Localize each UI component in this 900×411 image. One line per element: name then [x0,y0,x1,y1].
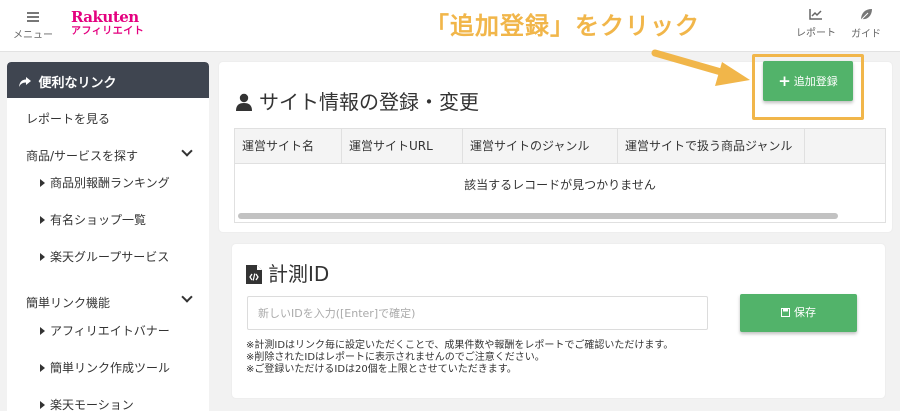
chevron-down-icon[interactable] [181,145,193,157]
sidebar-item-label: 楽天モーション [50,398,134,411]
measure-id-input[interactable] [247,296,708,330]
sidebar-item-easy-link[interactable]: 簡単リンク機能 [26,294,110,311]
guide-button[interactable]: ガイド [846,8,886,40]
sidebar-item-group-services[interactable]: 楽天グループサービス [40,248,169,265]
measure-id-title-text: 計測ID [268,262,330,286]
site-info-panel: サイト情報の登録・変更 + 追加登録 運営サイト名 運営サイトURL 運営サイトの… [219,54,892,232]
logo-line2: アフィリエイト [71,26,145,37]
table-header: 運営サイト名 運営サイトURL 運営サイトのジャンル 運営サイトで扱う商品ジャン… [235,129,885,164]
sidebar-item-label: 簡単リンク作成ツール [50,361,171,375]
menu-label: メニュー [13,30,53,41]
sidebar-heading: 便利なリンク [7,62,209,98]
horizontal-scrollbar[interactable] [238,213,838,219]
add-registration-button[interactable]: + 追加登録 [763,61,853,101]
measure-id-panel: 計測ID 保存 ※計測IDはリンク毎に設定いただくことで、成果件数や報酬をレポー… [232,244,885,398]
sidebar-item-label: アフィリエイトバナー [50,324,170,338]
site-table: 運営サイト名 運営サイトURL 運営サイトのジャンル 運営サイトで扱う商品ジャン… [234,128,886,223]
add-button-label: 追加登録 [793,75,838,88]
column-header[interactable]: 運営サイトのジャンル [463,129,618,164]
caret-right-icon [40,253,45,261]
sidebar-item-label: 有名ショップ一覧 [50,213,147,227]
user-icon [236,93,252,111]
sidebar-heading-label: 便利なリンク [38,76,117,91]
column-header[interactable]: 運営サイト名 [235,129,342,164]
sidebar-item-report[interactable]: レポートを見る [26,110,110,127]
report-button[interactable]: レポート [794,8,838,39]
sidebar: 便利なリンク レポートを見る 商品/サービスを探す 商品別報酬ランキング 有名シ… [7,62,209,411]
column-header[interactable]: 運営サイトURL [342,129,463,164]
chevron-down-icon[interactable] [181,291,193,303]
code-file-icon [246,265,262,284]
sidebar-item-label: 商品別報酬ランキング [50,176,170,190]
sidebar-item-label: 楽天グループサービス [50,250,170,264]
guide-label: ガイド [851,29,881,40]
save-button-label: 保存 [794,306,816,319]
rakuten-affiliate-logo[interactable]: Rakuten アフィリエイト [71,10,144,37]
sidebar-item-banner[interactable]: アフィリエイトバナー [40,322,170,339]
caret-right-icon [40,327,45,335]
caret-right-icon [40,179,45,187]
menu-button[interactable]: メニュー [10,10,56,41]
leaf-icon [859,9,872,21]
report-label: レポート [796,28,836,39]
note-line: ※ご登録いただけるIDは20個を上限とさせていただきます。 [246,364,517,375]
sidebar-item-motion[interactable]: 楽天モーション [40,396,134,411]
caret-right-icon [40,364,45,372]
caret-right-icon [40,216,45,224]
page-title: サイト情報の登録・変更 [235,86,479,115]
save-icon [781,308,790,317]
chart-icon [809,9,822,20]
top-header: メニュー Rakuten アフィリエイト 「追加登録」をクリック レポート ガイ… [0,0,900,52]
instruction-annotation: 「追加登録」をクリック [425,12,700,40]
caret-right-icon [40,401,45,409]
page-title-text: サイト情報の登録・変更 [259,90,479,114]
share-icon [19,77,31,87]
plus-icon: + [778,72,791,90]
add-button-highlight: + 追加登録 [752,54,864,120]
column-header[interactable]: 運営サイトで扱う商品ジャンル [618,129,805,164]
sidebar-item-link-tool[interactable]: 簡単リンク作成ツール [40,359,170,376]
sidebar-item-shops[interactable]: 有名ショップ一覧 [40,211,146,228]
sidebar-item-ranking[interactable]: 商品別報酬ランキング [40,174,170,191]
measure-id-title: 計測ID [246,258,329,287]
hamburger-icon [27,12,39,22]
sidebar-item-find-products[interactable]: 商品/サービスを探す [26,147,138,164]
empty-message: 該当するレコードが見つかりません [464,178,656,192]
save-button[interactable]: 保存 [740,294,857,332]
logo-line1: Rakuten [71,8,139,26]
